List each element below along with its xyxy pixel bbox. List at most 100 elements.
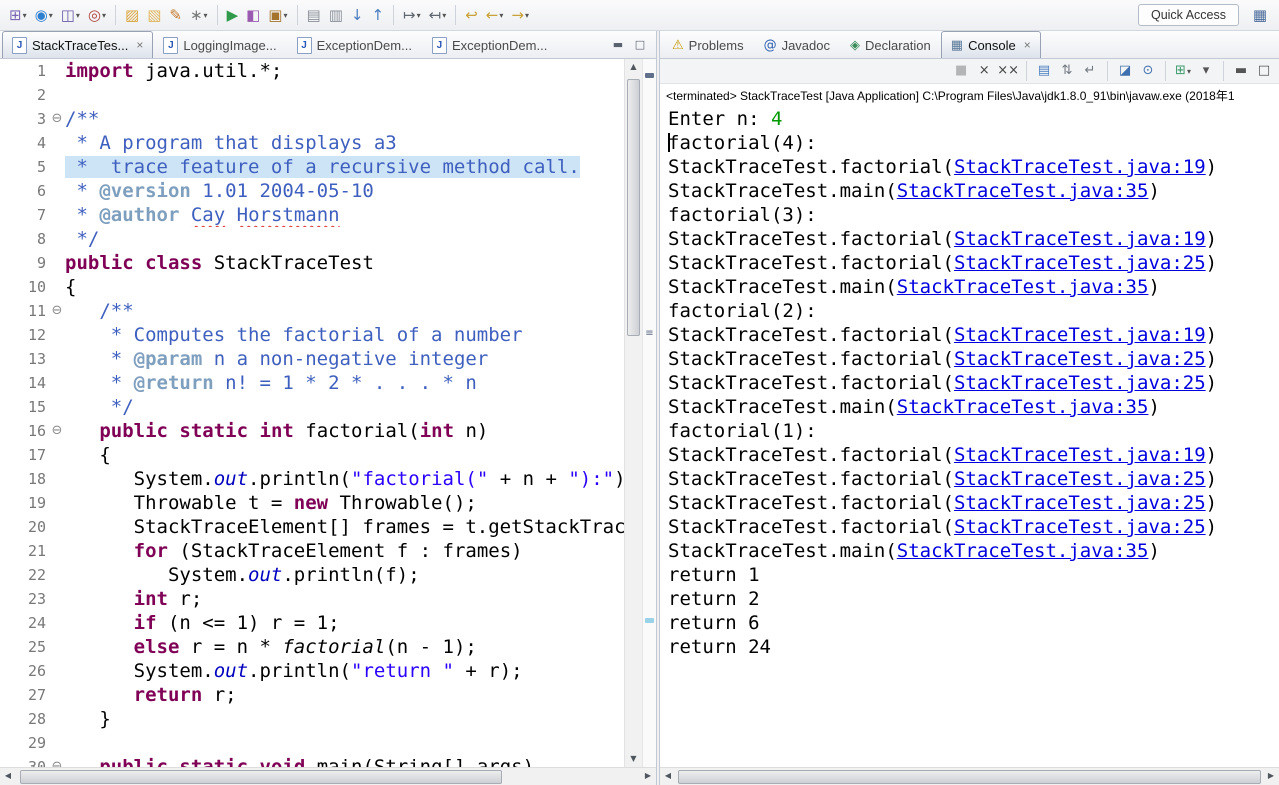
fold-toggle[interactable]: ⊖ — [49, 107, 65, 131]
console-line[interactable]: StackTraceTest.factorial(StackTraceTest.… — [668, 443, 1279, 467]
line-number[interactable]: 10 — [0, 275, 49, 299]
code-text[interactable]: System.out.println("factorial(" + n + ")… — [65, 467, 624, 491]
code-text[interactable]: */ — [65, 227, 624, 251]
code-text[interactable] — [65, 83, 624, 107]
maximize-view-button[interactable]: □ — [1254, 61, 1274, 81]
quick-access-button[interactable]: Quick Access — [1137, 4, 1239, 26]
console-line[interactable]: factorial(4): — [668, 131, 1279, 155]
line-number[interactable]: 6 — [0, 179, 49, 203]
console-link[interactable]: StackTraceTest.java:35 — [897, 276, 1149, 298]
save-button[interactable]: ◫ ▾ — [58, 3, 83, 27]
scrollbar-thumb[interactable] — [678, 770, 1261, 784]
console-line[interactable]: StackTraceTest.factorial(StackTraceTest.… — [668, 227, 1279, 251]
overview-mark[interactable] — [645, 73, 654, 79]
line-number[interactable]: 29 — [0, 731, 49, 755]
range-indicator-icon[interactable]: ≡ — [643, 328, 656, 339]
console-line[interactable]: StackTraceTest.factorial(StackTraceTest.… — [668, 491, 1279, 515]
forward-button[interactable]: → ▾ — [508, 3, 532, 27]
code-text[interactable]: * @author Cay Horstmann — [65, 203, 624, 227]
console-line[interactable]: StackTraceTest.factorial(StackTraceTest.… — [668, 323, 1279, 347]
remove-all-terminated-button[interactable]: ×× — [997, 61, 1019, 81]
edit-pencil-button[interactable]: ✎ — [166, 3, 185, 27]
minimize-editor-button[interactable]: ▬ — [610, 37, 626, 53]
line-number[interactable]: 8 — [0, 227, 49, 251]
editor-vertical-scrollbar[interactable]: ▲ ▼ — [624, 59, 642, 767]
view-tab-problems[interactable]: ⚠ Problems — [662, 31, 754, 58]
line-number[interactable]: 19 — [0, 491, 49, 515]
line-number[interactable]: 2 — [0, 83, 49, 107]
console-line[interactable]: factorial(3): — [668, 203, 1279, 227]
view-tab-declaration[interactable]: ◈ Declaration — [840, 31, 941, 58]
console-line[interactable]: factorial(1): — [668, 419, 1279, 443]
view-menu-button[interactable]: ▾ — [1196, 61, 1216, 81]
code-text[interactable]: StackTraceElement[] frames = t.getStackT… — [65, 515, 624, 539]
open-type-button[interactable]: ▧ — [144, 3, 164, 27]
console-link[interactable]: StackTraceTest.java:35 — [897, 180, 1149, 202]
line-number[interactable]: 13 — [0, 347, 49, 371]
close-icon[interactable]: × — [1024, 38, 1031, 52]
code-text[interactable]: * trace feature of a recursive method ca… — [65, 155, 624, 179]
console-line[interactable]: StackTraceTest.main(StackTraceTest.java:… — [668, 179, 1279, 203]
code-text[interactable]: * @return n! = 1 * 2 * . . . * n — [65, 371, 624, 395]
code-text[interactable]: int r; — [65, 587, 624, 611]
scroll-right-icon[interactable]: ▶ — [1263, 768, 1279, 784]
scroll-up-icon[interactable]: ▲ — [625, 59, 642, 75]
console-line[interactable]: return 24 — [668, 635, 1279, 659]
pin-console-button[interactable]: ⊙ — [1138, 61, 1158, 81]
line-number[interactable]: 11 — [0, 299, 49, 323]
code-text[interactable]: */ — [65, 395, 624, 419]
code-text[interactable] — [65, 731, 624, 755]
launch-button[interactable]: ◉ ▾ — [32, 3, 56, 27]
console-horizontal-scrollbar[interactable]: ◀ ▶ — [660, 767, 1279, 785]
fold-toggle[interactable]: ⊖ — [49, 755, 65, 767]
editor-tab[interactable]: J ExceptionDem... — [287, 31, 422, 58]
console-line[interactable]: StackTraceTest.main(StackTraceTest.java:… — [668, 539, 1279, 563]
line-number[interactable]: 9 — [0, 251, 49, 275]
console-line[interactable]: return 1 — [668, 563, 1279, 587]
editor-lines[interactable]: 1 import java.util.*; 2 3 ⊖/** 4 * A program … — [0, 59, 624, 767]
console-link[interactable]: StackTraceTest.java:35 — [897, 540, 1149, 562]
line-number[interactable]: 4 — [0, 131, 49, 155]
new-package-button[interactable]: ▣ ▾ — [265, 3, 290, 27]
line-number[interactable]: 16 — [0, 419, 49, 443]
prev-annotation-button[interactable]: ↤ ▾ — [426, 3, 450, 27]
copy-book-button[interactable]: ▤ — [304, 3, 324, 27]
code-text[interactable]: System.out.println(f); — [65, 563, 624, 587]
console-link[interactable]: StackTraceTest.java:25 — [954, 468, 1206, 490]
code-text[interactable]: * @version 1.01 2004-05-10 — [65, 179, 624, 203]
minimize-view-button[interactable]: ▬ — [1231, 61, 1251, 81]
open-folder-button[interactable]: ▨ — [122, 3, 142, 27]
console-link[interactable]: StackTraceTest.java:25 — [954, 348, 1206, 370]
code-text[interactable]: * Computes the factorial of a number — [65, 323, 624, 347]
code-text[interactable]: else r = n * factorial(n - 1); — [65, 635, 624, 659]
maximize-editor-button[interactable]: □ — [632, 37, 648, 53]
line-number[interactable]: 21 — [0, 539, 49, 563]
back-button[interactable]: ← ▾ — [483, 3, 507, 27]
editor-tab[interactable]: J StackTraceTes... × — [2, 31, 154, 58]
console-link[interactable]: StackTraceTest.java:35 — [897, 396, 1149, 418]
scrollbar-thumb[interactable] — [20, 770, 502, 784]
editor-tab[interactable]: J LoggingImage... — [153, 31, 286, 58]
console-link[interactable]: StackTraceTest.java:19 — [954, 228, 1206, 250]
console-line[interactable]: StackTraceTest.main(StackTraceTest.java:… — [668, 275, 1279, 299]
console-link[interactable]: StackTraceTest.java:19 — [954, 156, 1206, 178]
line-number[interactable]: 23 — [0, 587, 49, 611]
console-link[interactable]: StackTraceTest.java:25 — [954, 252, 1206, 274]
line-number[interactable]: 24 — [0, 611, 49, 635]
paint-button[interactable]: ◧ — [243, 3, 263, 27]
line-number[interactable]: 15 — [0, 395, 49, 419]
code-text[interactable]: import java.util.*; — [65, 59, 624, 83]
line-number[interactable]: 30 — [0, 755, 49, 767]
clear-console-button[interactable]: ▤ — [1034, 61, 1054, 81]
line-number[interactable]: 14 — [0, 371, 49, 395]
code-text[interactable]: /** — [65, 299, 624, 323]
overview-ruler[interactable]: ≡ — [642, 59, 656, 767]
line-number[interactable]: 7 — [0, 203, 49, 227]
console-line[interactable]: StackTraceTest.factorial(StackTraceTest.… — [668, 347, 1279, 371]
console-link[interactable]: StackTraceTest.java:25 — [954, 516, 1206, 538]
console-line[interactable]: StackTraceTest.factorial(StackTraceTest.… — [668, 467, 1279, 491]
line-number[interactable]: 3 — [0, 107, 49, 131]
scroll-down-icon[interactable]: ▼ — [625, 751, 642, 767]
code-text[interactable]: } — [65, 707, 624, 731]
code-text[interactable]: public static int factorial(int n) — [65, 419, 624, 443]
